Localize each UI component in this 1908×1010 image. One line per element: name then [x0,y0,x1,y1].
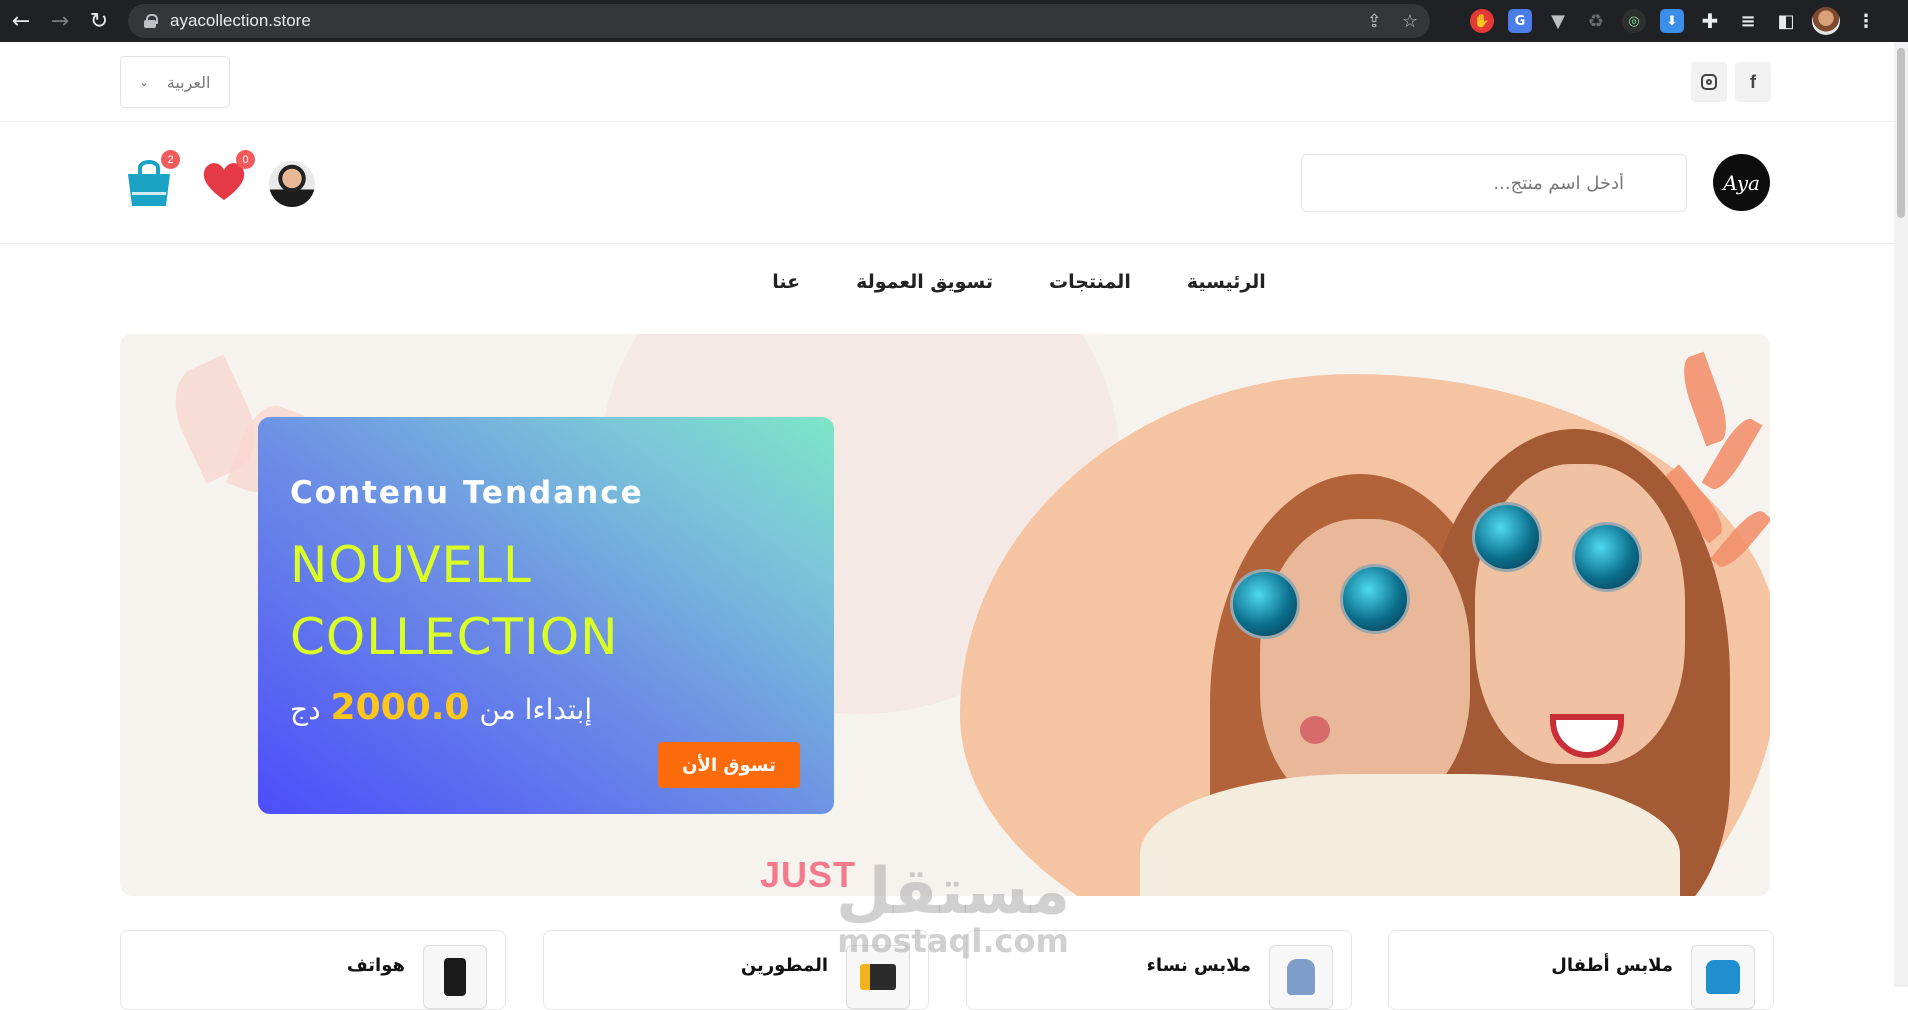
category-name: ملابس نساء [1146,955,1251,976]
facebook-button[interactable]: f [1735,62,1771,102]
sunglasses-lens [1572,522,1642,592]
back-button[interactable]: ← [3,3,39,39]
language-select[interactable]: ⌄ العربية [120,56,230,108]
search-input[interactable] [1301,154,1687,212]
instagram-icon [1701,74,1717,90]
wishlist-button[interactable]: 0 [199,150,255,206]
address-bar[interactable]: ayacollection.store ⇪ ☆ [128,4,1430,38]
browser-toolbar: ← → ↻ ayacollection.store ⇪ ☆ ✋ G ▼ ♻ ◎ … [0,0,1908,42]
leaf-decoration [1675,351,1735,447]
cart-count-badge: 2 [161,150,180,169]
promo-kicker: Contenu Tendance [290,475,644,511]
category-thumbnail [1269,945,1333,1009]
watermark-arabic: مستقل [836,855,1071,929]
extensions-bar: ✋ G ▼ ♻ ◎ ⬇ ✚ ≡ ◧ ⋮ [1470,6,1878,36]
download-extension-icon[interactable]: ⬇ [1660,9,1684,33]
promo-card: Contenu Tendance NOUVELL COLLECTION إبتد… [258,417,834,814]
forward-button[interactable]: → [42,3,78,39]
translate-extension-icon[interactable]: G [1508,9,1532,33]
category-card-phones[interactable]: هواتف [120,930,506,1010]
profile-avatar[interactable] [1812,7,1840,35]
category-card-kids[interactable]: ملابس أطفال [1388,930,1774,1010]
facebook-icon: f [1750,71,1756,92]
puzzle-extensions-icon[interactable]: ✚ [1698,9,1722,33]
promo-price-line: إبتداءا من 2000.0 دج [290,687,592,728]
main-nav: الرئيسية المنتجات تسويق العمولة عنا [0,262,1908,312]
price-currency: دج [290,693,321,726]
wishlist-count-badge: 0 [236,150,255,169]
page: ⌄ العربية f Aya 0 2 [0,42,1908,1010]
lock-icon [144,14,158,28]
header: Aya 0 2 [0,122,1894,244]
vue-extension-icon[interactable]: ▼ [1546,9,1570,33]
nav-home[interactable]: الرئيسية [1187,262,1266,312]
watermark: مستقل mostaql.com [836,860,1070,958]
chevron-down-icon: ⌄ [139,75,149,89]
promo-title-line2: COLLECTION [290,608,619,666]
url-text: ayacollection.store [170,11,311,30]
cart-button[interactable]: 2 [124,150,180,210]
nav-affiliate[interactable]: تسويق العمولة [856,262,993,312]
scrollbar-thumb[interactable] [1897,48,1905,218]
promo-title-line1: NOUVELL [290,536,532,594]
page-scrollbar[interactable] [1894,42,1908,987]
share-icon[interactable]: ⇪ [1367,11,1382,32]
user-avatar[interactable] [269,161,315,207]
recycle-extension-icon[interactable]: ♻ [1584,9,1608,33]
nav-products[interactable]: المنتجات [1049,262,1131,312]
watermark-english: mostaql.com [837,922,1069,960]
promo-price: 2000.0 [330,687,470,728]
sunglasses-lens [1340,564,1410,634]
sunglasses-lens [1472,502,1542,572]
bookmark-star-icon[interactable]: ☆ [1402,11,1418,32]
hero-banner: JUST Contenu Tendance NOUVELL COLLECTION… [120,334,1770,896]
promo-title: NOUVELL COLLECTION [290,529,619,673]
price-prefix: إبتداءا من [479,693,593,726]
category-name: هواتف [346,955,405,976]
site-logo[interactable]: Aya [1713,154,1770,211]
sunglasses-lens [1230,569,1300,639]
instagram-button[interactable] [1691,62,1727,102]
glasses-extension-icon[interactable]: ◎ [1622,9,1646,33]
category-thumbnail [423,945,487,1009]
shop-now-button[interactable]: تسوق الأن [658,742,800,788]
media-control-icon[interactable]: ≡ [1736,9,1760,33]
logo-text: Aya [1723,170,1760,195]
side-panel-icon[interactable]: ◧ [1774,9,1798,33]
category-name: ملابس أطفال [1551,955,1673,976]
category-name: المطورين [740,955,828,976]
language-label: العربية [166,72,211,92]
reload-button[interactable]: ↻ [81,3,117,39]
category-thumbnail [1691,945,1755,1009]
adblock-extension-icon[interactable]: ✋ [1470,9,1494,33]
nav-about[interactable]: عنا [772,262,800,312]
menu-kebab-icon[interactable]: ⋮ [1854,9,1878,33]
top-bar: ⌄ العربية f [0,42,1894,122]
